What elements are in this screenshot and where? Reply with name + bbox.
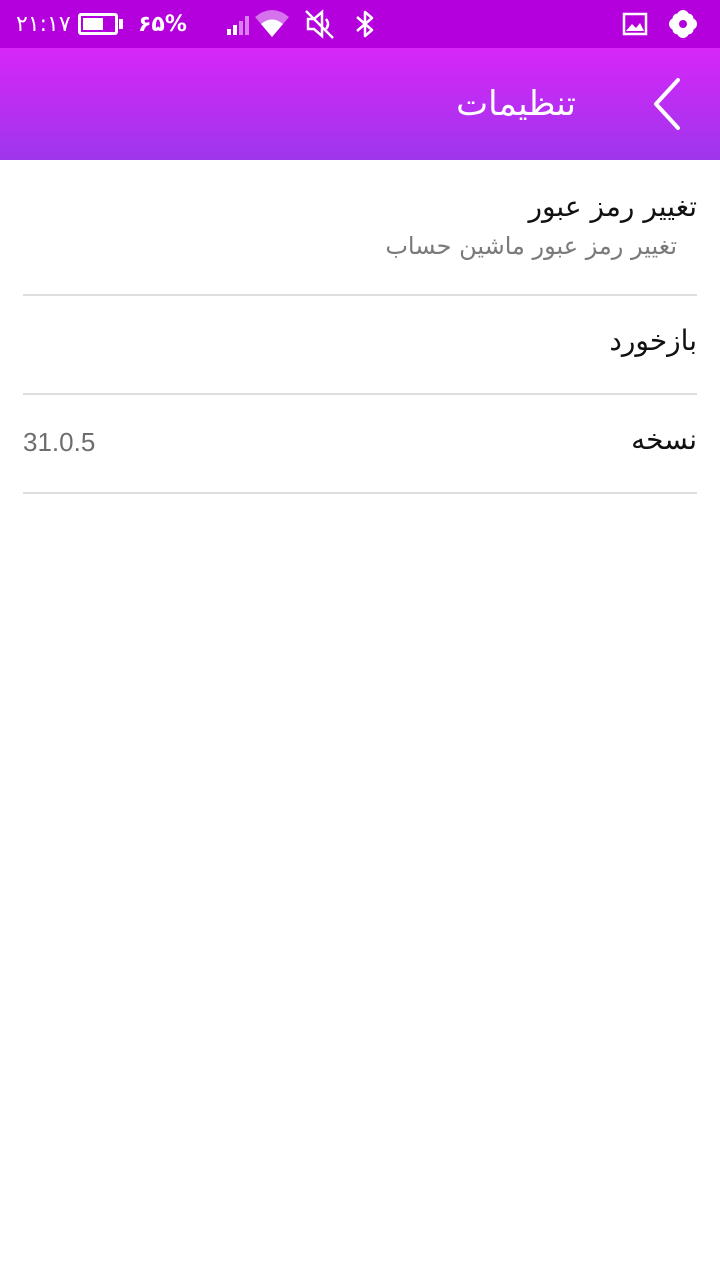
battery-percent: ۶۵% [138, 11, 187, 37]
version-title: نسخه [631, 423, 697, 456]
toolbar: تنظیمات [0, 48, 720, 160]
settings-list: تغییر رمز عبور تغییر رمز عبور ماشین حساب… [0, 160, 720, 494]
wifi-icon [254, 0, 290, 48]
page-title: تنظیمات [456, 84, 576, 124]
change-password-item[interactable]: تغییر رمز عبور تغییر رمز عبور ماشین حساب [23, 160, 697, 296]
change-password-title: تغییر رمز عبور [528, 190, 697, 223]
gallery-icon [622, 0, 648, 48]
battery-icon [78, 0, 123, 48]
feedback-title: بازخورد [609, 324, 697, 357]
flower-icon [668, 0, 698, 48]
bluetooth-icon [354, 0, 376, 48]
status-time: ۲۱:۱۷ [16, 11, 71, 37]
signal-icon [226, 0, 252, 48]
chevron-left-icon [654, 78, 680, 130]
version-value: 31.0.5 [23, 427, 96, 457]
mute-icon [302, 0, 336, 48]
feedback-item[interactable]: بازخورد [23, 296, 697, 395]
status-bar: ۲۱:۱۷ ۶۵% [0, 0, 720, 48]
change-password-subtitle: تغییر رمز عبور ماشین حساب [385, 232, 677, 260]
back-button[interactable] [632, 68, 704, 140]
version-item: نسخه 31.0.5 [23, 395, 697, 494]
